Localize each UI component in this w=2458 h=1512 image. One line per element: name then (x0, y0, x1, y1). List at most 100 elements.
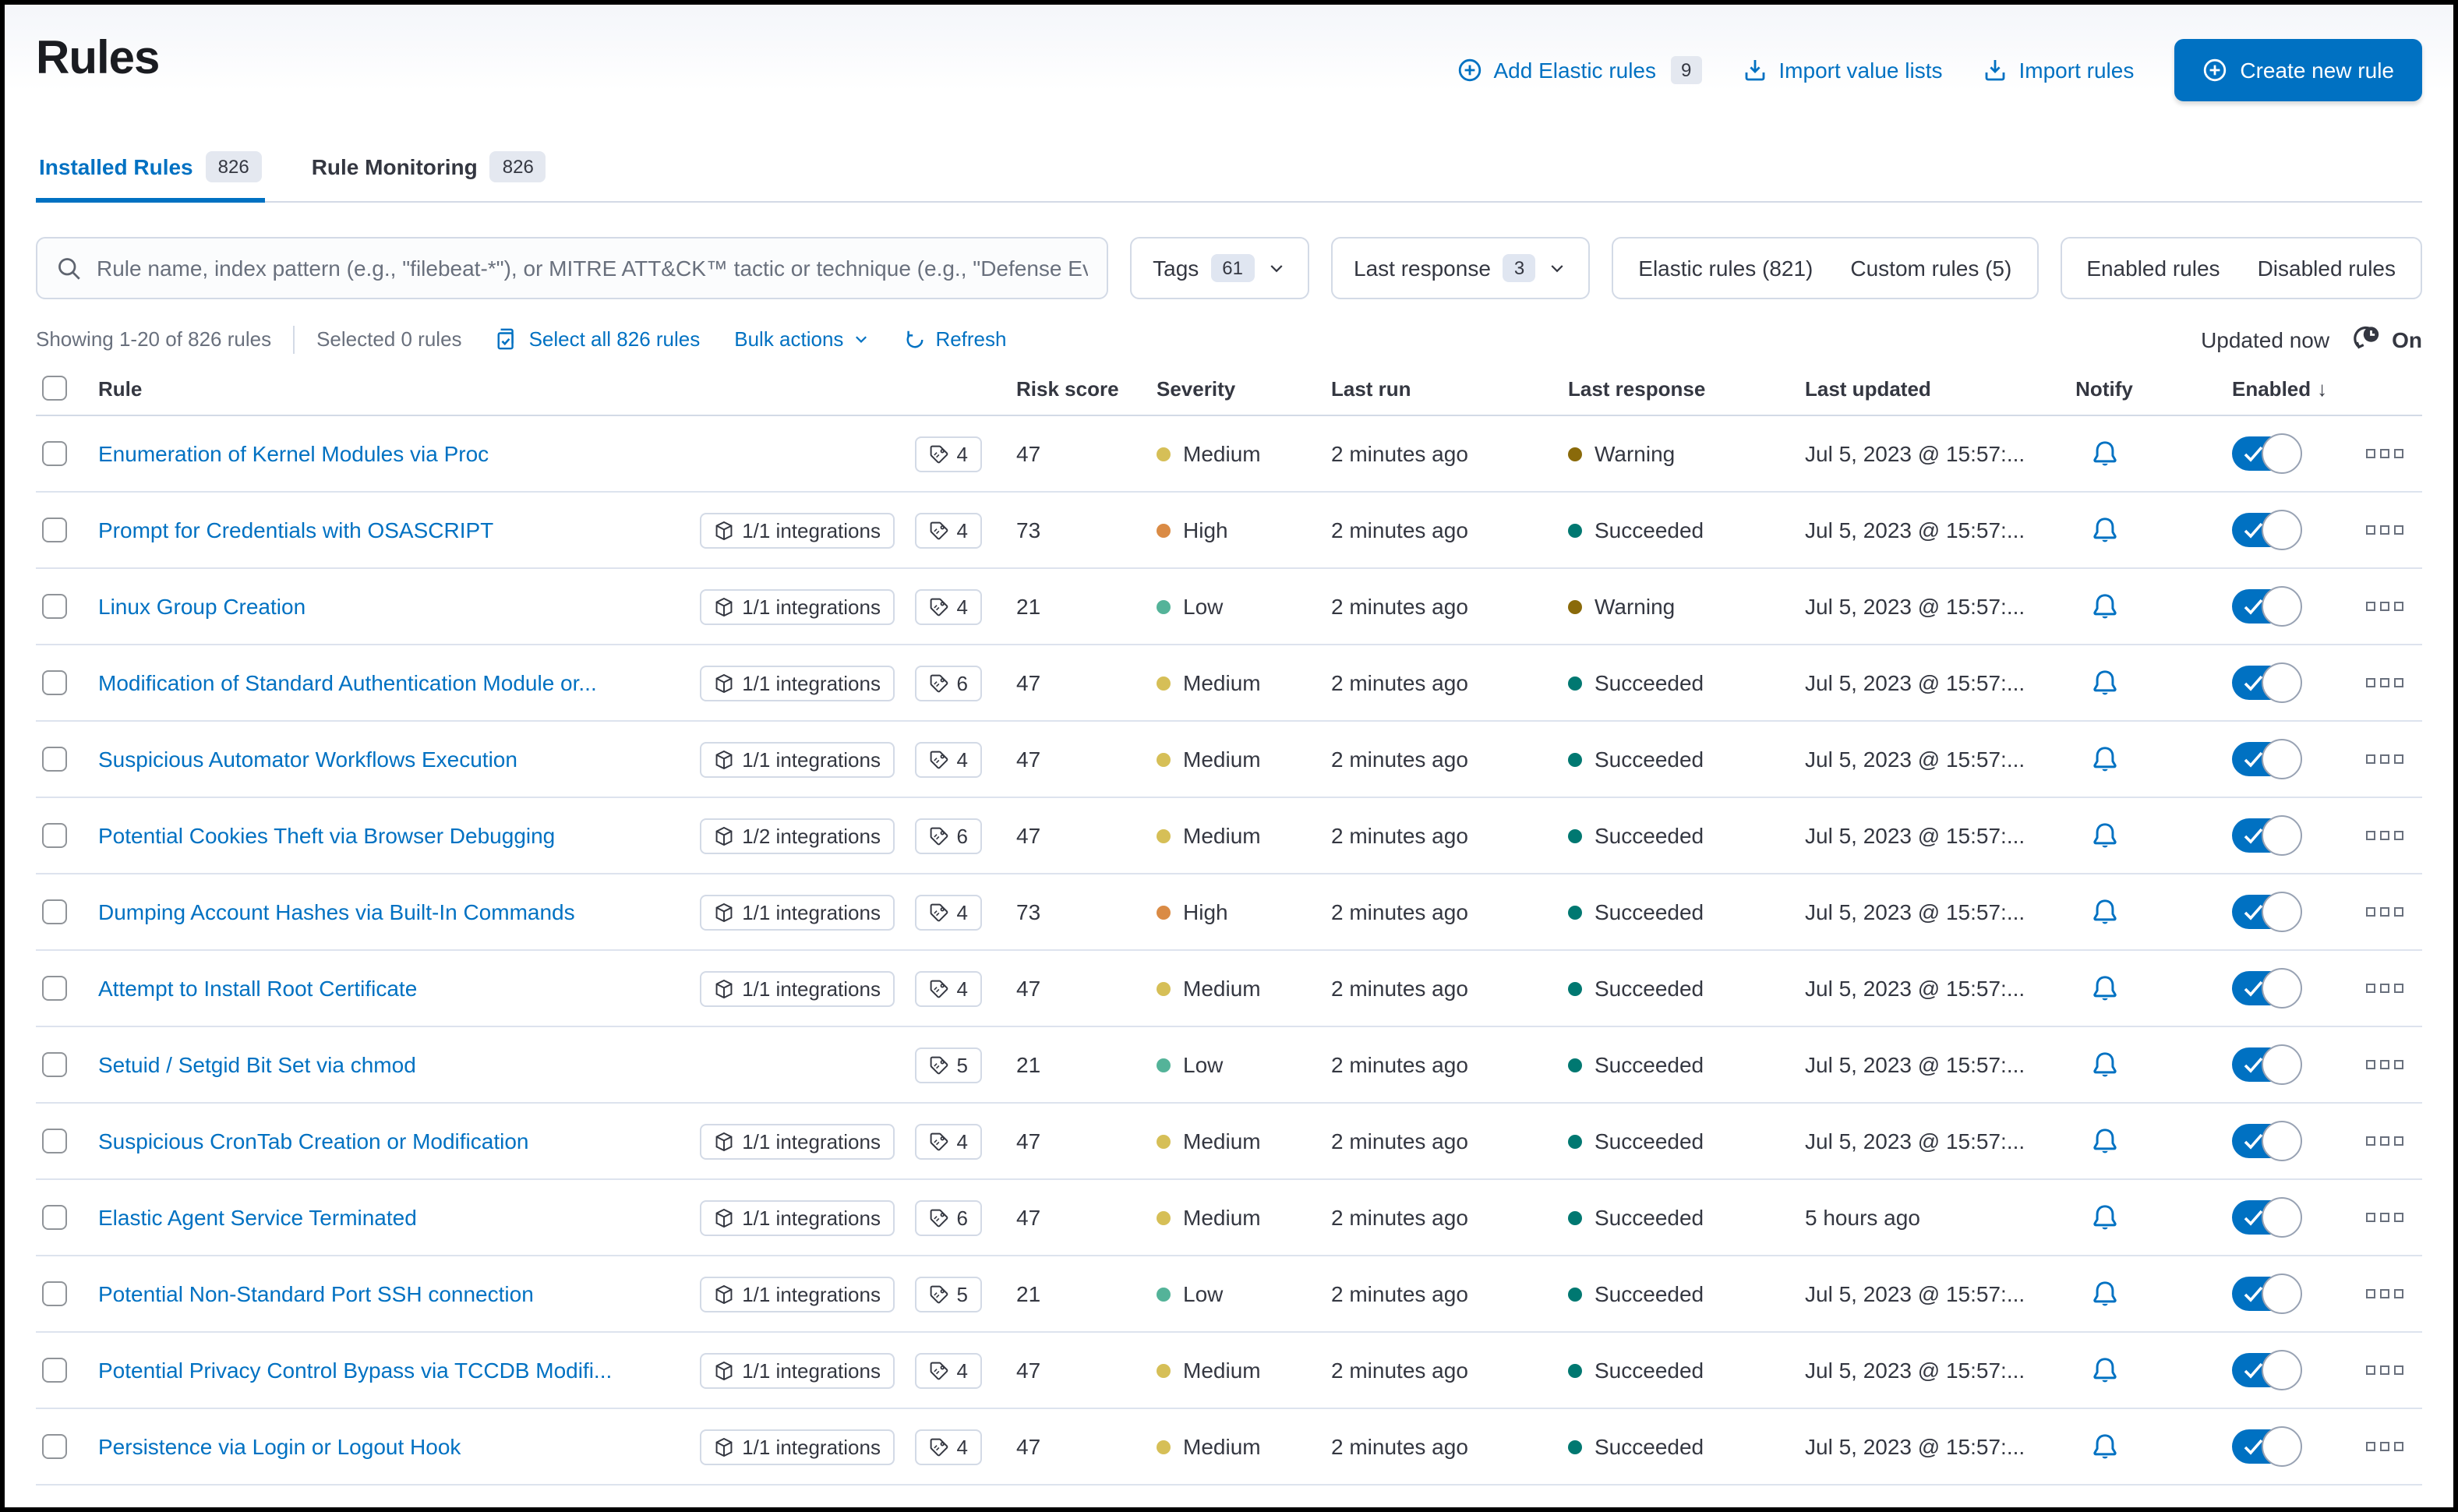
notification-bell-icon[interactable] (2089, 1126, 2119, 1156)
row-actions-button[interactable] (2366, 602, 2403, 611)
enabled-toggle[interactable] (2232, 1426, 2302, 1467)
tags-badge[interactable]: 5 (914, 1047, 982, 1083)
notification-bell-icon[interactable] (2089, 439, 2119, 468)
bulk-actions-button[interactable]: Bulk actions (734, 327, 870, 351)
rule-name-link[interactable]: Potential Privacy Control Bypass via TCC… (98, 1358, 612, 1383)
integrations-badge[interactable]: 1/1 integrations (700, 1429, 895, 1464)
tags-badge[interactable]: 4 (914, 894, 982, 930)
disabled-rules-filter[interactable]: Disabled rules (2258, 256, 2396, 281)
integrations-badge[interactable]: 1/1 integrations (700, 512, 895, 548)
tags-badge[interactable]: 4 (914, 741, 982, 777)
enabled-toggle[interactable] (2232, 510, 2302, 550)
notification-bell-icon[interactable] (2089, 1355, 2119, 1385)
tags-badge[interactable]: 6 (914, 818, 982, 853)
rule-name-link[interactable]: Elastic Agent Service Terminated (98, 1205, 417, 1230)
notification-bell-icon[interactable] (2089, 1279, 2119, 1309)
integrations-badge[interactable]: 1/1 integrations (700, 741, 895, 777)
select-all-rules-link[interactable]: Select all 826 rules (496, 327, 700, 351)
rule-name-link[interactable]: Dumping Account Hashes via Built-In Comm… (98, 899, 575, 924)
tags-badge[interactable]: 4 (914, 512, 982, 548)
refresh-button[interactable]: Refresh (904, 327, 1007, 351)
integrations-badge[interactable]: 1/1 integrations (700, 894, 895, 930)
row-actions-button[interactable] (2366, 1442, 2403, 1451)
rule-name-link[interactable]: Setuid / Setgid Bit Set via chmod (98, 1052, 416, 1077)
row-actions-button[interactable] (2366, 1289, 2403, 1298)
enabled-rules-filter[interactable]: Enabled rules (2086, 256, 2220, 281)
create-new-rule-button[interactable]: Create new rule (2174, 39, 2422, 101)
row-checkbox[interactable] (42, 1358, 67, 1383)
column-enabled-sort[interactable]: Enabled ↓ (2157, 376, 2347, 400)
row-actions-button[interactable] (2366, 525, 2403, 535)
enabled-toggle[interactable] (2232, 1350, 2302, 1390)
row-checkbox[interactable] (42, 976, 67, 1001)
rule-name-link[interactable]: Potential Non-Standard Port SSH connecti… (98, 1281, 534, 1306)
enabled-toggle[interactable] (2232, 968, 2302, 1009)
last-response-filter-button[interactable]: Last response 3 (1330, 237, 1591, 299)
row-checkbox[interactable] (42, 670, 67, 695)
rule-search-input[interactable] (97, 256, 1088, 281)
row-checkbox[interactable] (42, 1281, 67, 1306)
rule-name-link[interactable]: Enumeration of Kernel Modules via Proc (98, 441, 489, 466)
tags-badge[interactable]: 6 (914, 1199, 982, 1235)
import-value-lists-button[interactable]: Import value lists (1743, 58, 1943, 83)
enabled-toggle[interactable] (2232, 1197, 2302, 1238)
notification-bell-icon[interactable] (2089, 1203, 2119, 1232)
row-actions-button[interactable] (2366, 1060, 2403, 1069)
enabled-toggle[interactable] (2232, 1121, 2302, 1161)
import-rules-button[interactable]: Import rules (1983, 58, 2134, 83)
rule-name-link[interactable]: Modification of Standard Authentication … (98, 670, 597, 695)
row-checkbox[interactable] (42, 747, 67, 772)
tags-filter-button[interactable]: Tags 61 (1129, 237, 1308, 299)
notification-bell-icon[interactable] (2089, 744, 2119, 774)
integrations-badge[interactable]: 1/1 integrations (700, 1276, 895, 1312)
row-checkbox[interactable] (42, 518, 67, 542)
elastic-rules-filter[interactable]: Elastic rules (821) (1638, 256, 1813, 281)
select-all-checkbox[interactable] (42, 376, 67, 401)
row-checkbox[interactable] (42, 441, 67, 466)
row-actions-button[interactable] (2366, 449, 2403, 458)
rule-name-link[interactable]: Linux Group Creation (98, 594, 305, 619)
notification-bell-icon[interactable] (2089, 668, 2119, 698)
row-checkbox[interactable] (42, 1129, 67, 1153)
row-checkbox[interactable] (42, 1434, 67, 1459)
enabled-toggle[interactable] (2232, 1274, 2302, 1314)
enabled-toggle[interactable] (2232, 586, 2302, 627)
integrations-badge[interactable]: 1/1 integrations (700, 1199, 895, 1235)
row-checkbox[interactable] (42, 899, 67, 924)
notification-bell-icon[interactable] (2089, 973, 2119, 1003)
row-actions-button[interactable] (2366, 984, 2403, 993)
tab-rule-monitoring[interactable]: Rule Monitoring 826 (309, 142, 549, 201)
tags-badge[interactable]: 5 (914, 1276, 982, 1312)
notification-bell-icon[interactable] (2089, 897, 2119, 927)
tags-badge[interactable]: 6 (914, 665, 982, 701)
row-actions-button[interactable] (2366, 1213, 2403, 1222)
rule-name-link[interactable]: Potential Cookies Theft via Browser Debu… (98, 823, 555, 848)
notification-bell-icon[interactable] (2089, 1050, 2119, 1079)
rule-name-link[interactable]: Suspicious Automator Workflows Execution (98, 747, 517, 772)
integrations-badge[interactable]: 1/1 integrations (700, 1123, 895, 1159)
enabled-toggle[interactable] (2232, 1044, 2302, 1085)
row-checkbox[interactable] (42, 823, 67, 848)
tags-badge[interactable]: 4 (914, 1429, 982, 1464)
enabled-toggle[interactable] (2232, 892, 2302, 932)
tab-installed-rules[interactable]: Installed Rules 826 (36, 142, 265, 203)
auto-refresh-toggle[interactable]: On (2351, 324, 2422, 354)
custom-rules-filter[interactable]: Custom rules (5) (1850, 256, 2011, 281)
enabled-toggle[interactable] (2232, 815, 2302, 856)
tags-badge[interactable]: 4 (914, 1352, 982, 1388)
row-checkbox[interactable] (42, 1052, 67, 1077)
integrations-badge[interactable]: 1/1 integrations (700, 1352, 895, 1388)
row-actions-button[interactable] (2366, 831, 2403, 840)
enabled-toggle[interactable] (2232, 433, 2302, 474)
enabled-toggle[interactable] (2232, 662, 2302, 703)
notification-bell-icon[interactable] (2089, 592, 2119, 621)
row-actions-button[interactable] (2366, 1136, 2403, 1146)
tags-badge[interactable]: 4 (914, 1123, 982, 1159)
integrations-badge[interactable]: 1/1 integrations (700, 970, 895, 1006)
row-actions-button[interactable] (2366, 678, 2403, 687)
tags-badge[interactable]: 4 (914, 436, 982, 472)
row-actions-button[interactable] (2366, 1365, 2403, 1375)
integrations-badge[interactable]: 1/2 integrations (700, 818, 895, 853)
add-elastic-rules-button[interactable]: Add Elastic rules 9 (1457, 56, 1703, 84)
rule-name-link[interactable]: Suspicious CronTab Creation or Modificat… (98, 1129, 529, 1153)
